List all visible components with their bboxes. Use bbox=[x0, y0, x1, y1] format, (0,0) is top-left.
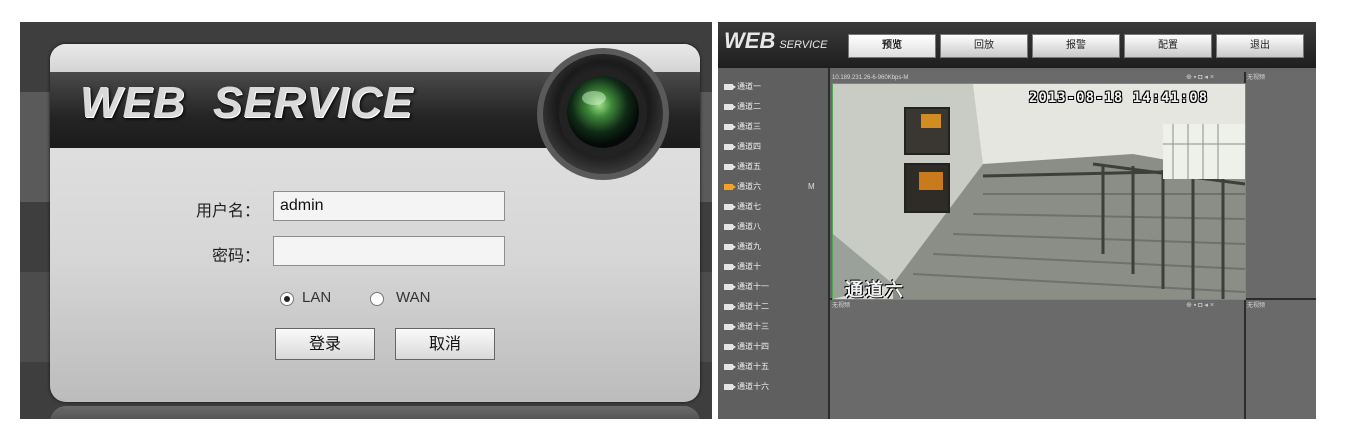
channel-sidebar: 通道一 通道二 通道三 通道四 通道五 通道六 M 通道七 通道八 通道九 通道十… bbox=[718, 68, 828, 419]
channel-label: 通道五 bbox=[737, 162, 761, 171]
pane-no-video-label: 无视频 bbox=[1247, 75, 1266, 81]
channel-label: 通道十 bbox=[737, 262, 761, 271]
tab-alarm[interactable]: 报警 bbox=[1032, 34, 1120, 58]
channel-label: 通道三 bbox=[737, 122, 761, 131]
channel-item[interactable]: 通道十二 bbox=[724, 300, 769, 314]
channel-label: 通道九 bbox=[737, 242, 761, 251]
video-channel-label: 通道六 bbox=[845, 280, 905, 300]
camera-icon bbox=[724, 123, 736, 130]
password-input[interactable] bbox=[273, 236, 505, 266]
camera-icon bbox=[724, 243, 736, 250]
wan-radio-label: WAN bbox=[396, 289, 431, 306]
username-label: 用户名： bbox=[195, 203, 260, 220]
channel-item[interactable]: 通道十一 bbox=[724, 280, 769, 294]
camera-icon bbox=[724, 383, 736, 390]
channel-item[interactable]: 通道三 bbox=[724, 120, 761, 134]
tab-config[interactable]: 配置 bbox=[1124, 34, 1212, 58]
tab-playback[interactable]: 回放 bbox=[940, 34, 1028, 58]
live-video-pane[interactable]: 2013-08-18 14:41:08 通道六 bbox=[832, 83, 1246, 300]
camera-icon bbox=[724, 163, 736, 170]
cancel-button[interactable]: 取消 bbox=[395, 328, 495, 360]
camera-lens-image bbox=[537, 48, 669, 180]
login-card: WEB SERVICE 用户名： admin 密码： LAN WAN 登录 取消 bbox=[50, 44, 700, 402]
channel-label: 通道四 bbox=[737, 142, 761, 151]
camera-icon-active bbox=[724, 183, 736, 190]
camera-icon bbox=[724, 103, 736, 110]
camera-icon bbox=[724, 343, 736, 350]
channel-item[interactable]: 通道四 bbox=[724, 140, 761, 154]
lan-radio[interactable] bbox=[280, 292, 294, 306]
wan-radio[interactable] bbox=[370, 292, 384, 306]
stairwell-video-frame bbox=[833, 84, 1245, 299]
channel-label: 通道十二 bbox=[737, 302, 769, 311]
login-button[interactable]: 登录 bbox=[275, 328, 375, 360]
camera-icon bbox=[724, 323, 736, 330]
camera-icon bbox=[724, 263, 736, 270]
login-panel: WEB SERVICE 用户名： admin 密码： LAN WAN 登录 取消 bbox=[20, 22, 712, 419]
channel-label: 通道八 bbox=[737, 222, 761, 231]
lan-radio-label: LAN bbox=[302, 289, 332, 306]
main-stream-mark: M bbox=[808, 182, 815, 191]
channel-label: 通道二 bbox=[737, 102, 761, 111]
tab-preview[interactable]: 预览 bbox=[848, 34, 936, 58]
camera-icon bbox=[724, 363, 736, 370]
channel-item[interactable]: 通道八 bbox=[724, 220, 761, 234]
channel-label: 通道一 bbox=[737, 82, 761, 91]
channel-label: 通道十六 bbox=[737, 382, 769, 391]
camera-icon bbox=[724, 223, 736, 230]
pane-no-video-label: 无视频 bbox=[1247, 303, 1266, 309]
camera-icon bbox=[724, 203, 736, 210]
pane-toolbar-icons[interactable]: ⊕ ▪ ◘ ◂ × bbox=[1186, 73, 1214, 83]
channel-item[interactable]: 通道二 bbox=[724, 100, 761, 114]
logo-sub: SERVICE bbox=[779, 39, 828, 51]
channel-item[interactable]: 通道十三 bbox=[724, 320, 769, 334]
channel-item[interactable]: 通道十六 bbox=[724, 380, 769, 394]
channel-label: 通道六 bbox=[737, 182, 761, 191]
channel-item[interactable]: 通道一 bbox=[724, 80, 761, 94]
channel-item[interactable]: 通道五 bbox=[724, 160, 761, 174]
video-timestamp: 2013-08-18 14:41:08 bbox=[1029, 90, 1209, 106]
channel-item[interactable]: 通道十 bbox=[724, 260, 761, 274]
channel-item[interactable]: 通道七 bbox=[724, 200, 761, 214]
channel-label: 通道十三 bbox=[737, 322, 769, 331]
username-input[interactable] bbox=[273, 191, 505, 221]
camera-icon bbox=[724, 143, 736, 150]
banner-title: WEB SERVICE bbox=[80, 78, 414, 127]
camera-icon bbox=[724, 303, 736, 310]
channel-item[interactable]: 通道十五 bbox=[724, 360, 769, 374]
card-bottom-rim bbox=[50, 406, 700, 419]
main-pane-header: 10.189.231.26-6-960Kbps-M bbox=[832, 75, 909, 81]
web-service-panel: WEB SERVICE 预览 回放 报警 配置 退出 通道一 通道二 通道三 通道… bbox=[718, 22, 1316, 419]
channel-label: 通道十五 bbox=[737, 362, 769, 371]
channel-label: 通道七 bbox=[737, 202, 761, 211]
channel-label: 通道十四 bbox=[737, 342, 769, 351]
channel-label: 通道十一 bbox=[737, 282, 769, 291]
top-bar: WEB SERVICE 预览 回放 报警 配置 退出 bbox=[718, 22, 1316, 68]
tab-logout[interactable]: 退出 bbox=[1216, 34, 1304, 58]
pane-no-video-label: 无视频 bbox=[832, 303, 851, 309]
sidebar-divider bbox=[828, 68, 830, 419]
camera-icon bbox=[724, 283, 736, 290]
channel-item-active[interactable]: 通道六 M bbox=[724, 180, 824, 194]
channel-item[interactable]: 通道十四 bbox=[724, 340, 769, 354]
camera-icon bbox=[724, 83, 736, 90]
logo-main: WEB bbox=[724, 28, 776, 53]
pane-toolbar-icons[interactable]: ⊕ ▪ ◘ ◂ × bbox=[1186, 301, 1214, 311]
password-label: 密码： bbox=[211, 248, 260, 265]
web-service-logo: WEB SERVICE bbox=[724, 28, 827, 54]
channel-item[interactable]: 通道九 bbox=[724, 240, 761, 254]
